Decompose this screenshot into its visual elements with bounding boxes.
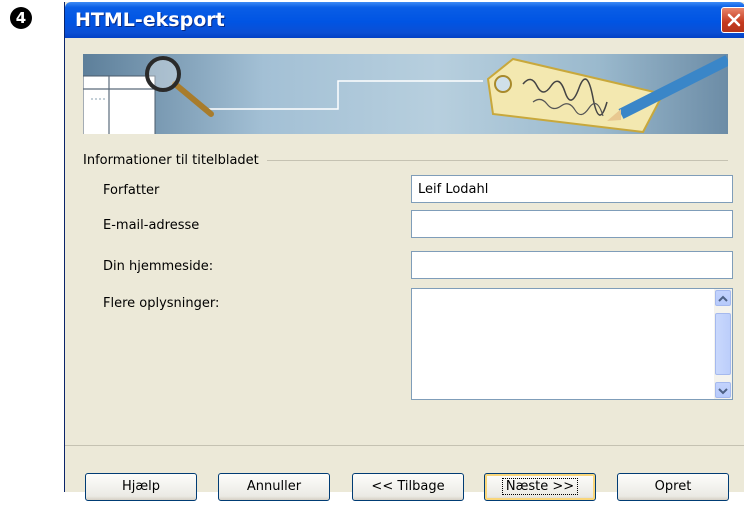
section-title: Informationer til titelbladet (83, 153, 267, 168)
html-export-dialog: HTML-eksport Informationer til titelblad… (64, 2, 744, 492)
title-bar[interactable]: HTML-eksport (65, 2, 744, 38)
scroll-up-icon (718, 295, 728, 302)
tag-icon (486, 57, 665, 134)
author-input[interactable] (411, 175, 733, 203)
window-title: HTML-eksport (75, 9, 225, 31)
scroll-up-button[interactable] (715, 290, 731, 306)
info-textarea[interactable] (411, 288, 733, 400)
scroll-thumb[interactable] (715, 313, 731, 375)
close-icon (727, 13, 741, 27)
email-input[interactable] (411, 210, 733, 238)
next-button-label: Næste >> (501, 478, 579, 495)
close-button[interactable] (721, 7, 744, 33)
magnifier-icon (145, 56, 214, 117)
homepage-label: Din hjemmeside: (103, 259, 214, 274)
scroll-down-button[interactable] (715, 382, 731, 398)
homepage-input[interactable] (411, 251, 733, 279)
button-separator (65, 445, 744, 446)
info-scrollbar[interactable] (714, 289, 732, 399)
help-button[interactable]: Hjælp (85, 473, 197, 501)
create-button[interactable]: Opret (617, 473, 729, 501)
wizard-banner (83, 54, 728, 134)
author-label: Forfatter (103, 183, 160, 198)
next-button[interactable]: Næste >> (484, 473, 596, 501)
back-button[interactable]: << Tilbage (352, 473, 464, 501)
cancel-button[interactable]: Annuller (218, 473, 330, 501)
info-label: Flere oplysninger: (103, 296, 220, 311)
step-badge: 4 (10, 7, 32, 29)
page-icon (83, 75, 156, 134)
email-label: E-mail-adresse (103, 218, 200, 233)
scroll-down-icon (718, 388, 728, 395)
